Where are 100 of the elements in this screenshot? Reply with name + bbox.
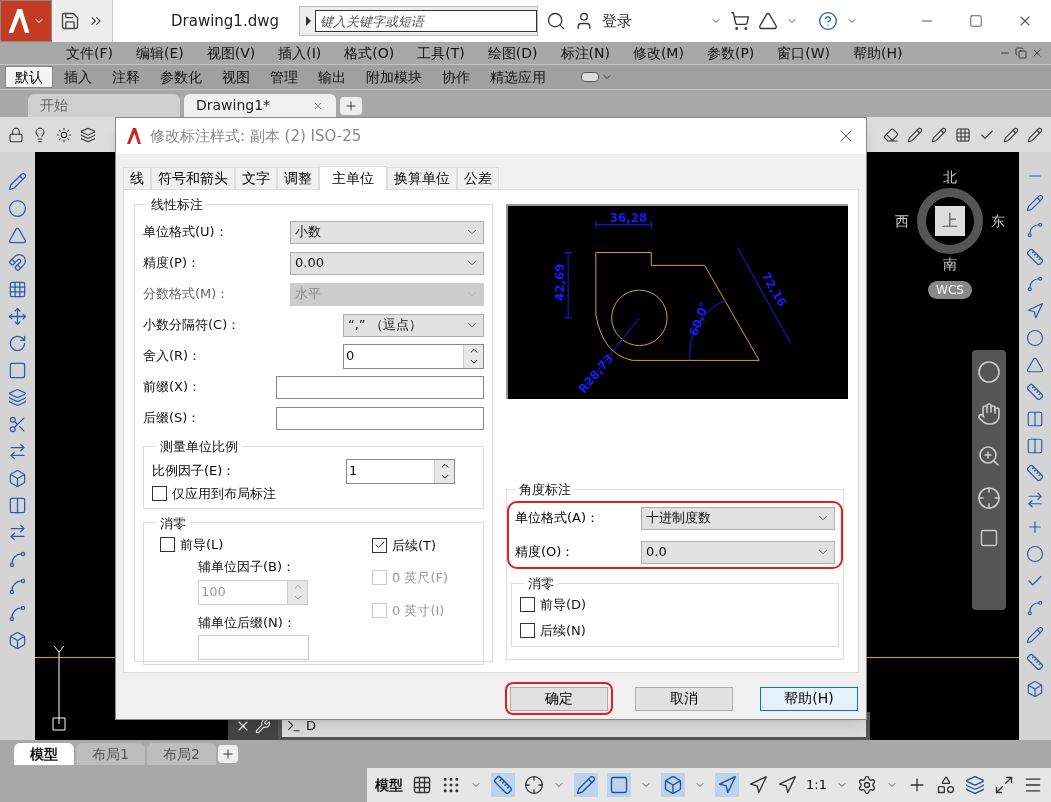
ribbon-tab[interactable]: 附加模块 [357, 66, 431, 88]
ribbon-tab[interactable]: 管理 [261, 66, 307, 88]
file-tab[interactable]: Drawing1* [184, 94, 336, 117]
arrow-icon[interactable] [748, 775, 769, 795]
square-icon[interactable] [8, 361, 27, 380]
wheel-icon[interactable] [977, 360, 1001, 384]
menu-item[interactable]: 视图(V) [206, 42, 256, 64]
arrow-icon[interactable] [715, 773, 740, 797]
rotate-icon[interactable] [8, 334, 27, 353]
add-tab-icon[interactable] [217, 745, 238, 763]
ruler-icon[interactable] [1026, 653, 1044, 671]
ribbon-tab[interactable]: 插入 [55, 66, 101, 88]
settings-icon[interactable] [857, 775, 877, 795]
box-icon[interactable] [1026, 680, 1044, 698]
zoom-icon[interactable] [977, 444, 1001, 468]
dialog-tab[interactable]: 线 [123, 167, 151, 189]
pencil-icon[interactable] [1003, 126, 1019, 143]
lock-icon[interactable] [8, 126, 24, 143]
arrows-icon[interactable] [1026, 491, 1044, 509]
grid-icon[interactable] [8, 280, 27, 299]
layers-icon[interactable] [965, 775, 985, 795]
triangle-icon[interactable] [758, 11, 778, 31]
cart-icon[interactable] [730, 11, 750, 31]
dialog-tab[interactable]: 公差 [457, 167, 499, 189]
dropdown[interactable]: 0.00 [290, 251, 484, 275]
menu-item[interactable]: 帮助(H) [853, 42, 903, 64]
arrows-icon[interactable] [8, 523, 27, 542]
file-tab[interactable]: 开始 [28, 94, 180, 117]
square-icon[interactable] [607, 773, 632, 797]
dialog-tab[interactable]: 调整 [277, 167, 319, 189]
dropdown[interactable]: “,” （逗点） [343, 313, 484, 337]
curve-icon[interactable] [8, 604, 27, 623]
curve-icon[interactable] [1026, 599, 1044, 617]
layout-tab[interactable]: 布局1 [76, 743, 145, 765]
ribbon-tab[interactable]: 默认 [5, 66, 53, 88]
pencil-icon[interactable] [1026, 626, 1044, 644]
magnet-icon[interactable] [8, 253, 27, 272]
ribbon-tab[interactable]: 参数化 [151, 66, 211, 88]
maximize-icon[interactable] [969, 14, 983, 28]
ruler-icon[interactable] [1026, 464, 1044, 482]
checkbox[interactable] [372, 537, 387, 553]
help-icon[interactable] [818, 11, 838, 31]
curve-icon[interactable] [1026, 221, 1044, 239]
checkbox[interactable] [520, 622, 535, 638]
menu-item[interactable]: 格式(O) [344, 42, 395, 64]
pencil-icon[interactable] [907, 126, 923, 143]
menu-item[interactable]: 参数(P) [706, 42, 755, 64]
crosshair-icon[interactable] [524, 775, 545, 795]
pencil-icon[interactable] [1026, 194, 1044, 212]
columns-icon[interactable] [8, 496, 27, 515]
dropdown[interactable]: 0.0 [641, 540, 835, 564]
checkbox[interactable] [160, 536, 175, 552]
pencil-icon[interactable] [1027, 126, 1043, 143]
dropdown-icon[interactable] [581, 72, 599, 82]
scissors-icon[interactable] [8, 415, 27, 434]
fullscreen-icon[interactable] [994, 775, 1014, 795]
box-icon[interactable] [8, 469, 27, 488]
compass-ring[interactable]: 上 [917, 188, 983, 254]
dialog-tab[interactable]: 换算单位 [387, 167, 457, 189]
save-icon[interactable] [60, 11, 80, 31]
curve-icon[interactable] [1026, 275, 1044, 293]
hand-icon[interactable] [977, 402, 1001, 426]
ruler-icon[interactable] [1026, 383, 1044, 401]
ribbon-tab[interactable]: 精选应用 [481, 66, 555, 88]
compass-label[interactable]: 东 [991, 210, 1005, 232]
menu-item[interactable]: 绘图(D) [487, 42, 538, 64]
ribbon-tab[interactable]: 注释 [103, 66, 149, 88]
text-input[interactable] [276, 375, 484, 399]
ucs-menu-button[interactable]: WCS [928, 281, 972, 299]
sun-icon[interactable] [56, 126, 72, 143]
columns-icon[interactable] [1026, 410, 1044, 428]
menu-item[interactable]: 插入(I) [278, 42, 322, 64]
dropdown[interactable]: 十进制度数 [641, 506, 835, 530]
compass-label[interactable]: 西 [895, 210, 909, 232]
add-tab-icon[interactable] [340, 97, 362, 115]
grid-icon[interactable] [412, 775, 433, 795]
layout-tab[interactable]: 模型 [14, 743, 74, 765]
shapes-icon[interactable] [936, 775, 956, 795]
ribbon-tab[interactable]: 视图 [213, 66, 259, 88]
ruler-icon[interactable] [491, 773, 516, 797]
circle-icon[interactable] [1026, 545, 1044, 563]
circle-icon[interactable] [8, 199, 27, 218]
menu-item[interactable]: 工具(T) [417, 42, 465, 64]
scale-button[interactable]: 1:1 [806, 775, 827, 795]
ribbon-tab[interactable]: 协作 [433, 66, 479, 88]
curve-icon[interactable] [8, 550, 27, 569]
dialog-button[interactable]: 确定 [510, 686, 608, 711]
view-cube-face[interactable]: 上 [935, 206, 965, 236]
restore-icon[interactable] [1015, 47, 1027, 59]
dropdown[interactable]: 小数 [290, 220, 484, 244]
menu-item[interactable]: 编辑(E) [136, 42, 184, 64]
dialog-tab[interactable]: 主单位 [319, 166, 387, 190]
ribbon-tab[interactable]: 输出 [309, 66, 355, 88]
grid-icon[interactable] [955, 126, 971, 143]
menu-item[interactable]: 文件(F) [66, 42, 113, 64]
spinner-field[interactable]: 0 [343, 343, 484, 369]
dialog-tab[interactable]: 符号和箭头 [151, 167, 235, 189]
move-icon[interactable] [8, 307, 27, 326]
checkbox[interactable] [152, 486, 167, 502]
arrows-icon[interactable] [8, 442, 27, 461]
